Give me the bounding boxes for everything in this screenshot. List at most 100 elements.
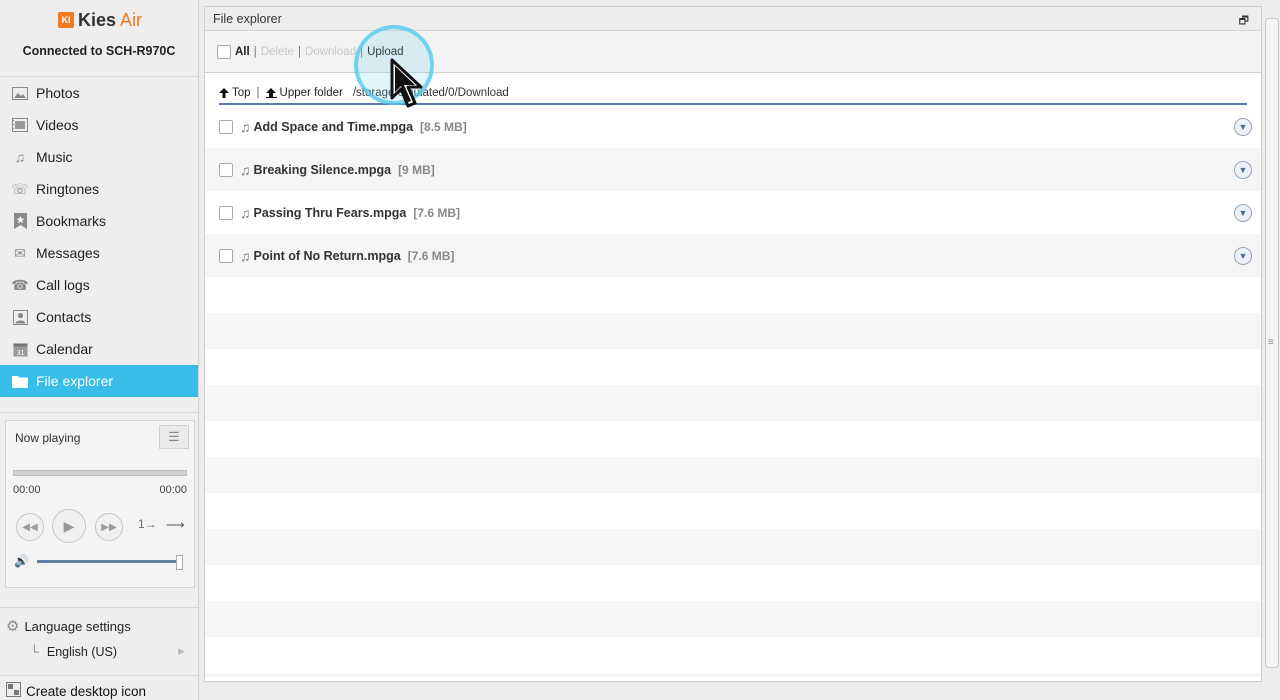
sidebar-item-messages[interactable]: ✉ Messages (0, 237, 198, 269)
chevron-down-icon[interactable]: ▼ (1234, 118, 1252, 136)
folder-icon (11, 373, 29, 389)
chevron-down-icon[interactable]: ▼ (1234, 247, 1252, 265)
sidebar-item-calendar[interactable]: 31 Calendar (0, 333, 198, 365)
create-desktop-icon-label: Create desktop icon (26, 683, 147, 699)
now-playing-label: Now playing (15, 431, 81, 445)
kies-air-logo: KI Kies Air (58, 10, 142, 30)
desktop-shortcut-icon (6, 682, 21, 700)
create-desktop-icon-button[interactable]: Create desktop icon (6, 682, 146, 700)
separator: | (297, 45, 301, 58)
sidebar-item-ringtones[interactable]: ☏ Ringtones (0, 173, 198, 205)
restore-window-icon[interactable]: 🗗 (1239, 12, 1249, 31)
folder-up-icon (265, 88, 277, 98)
play-order-icon[interactable]: ⟶ (166, 517, 185, 533)
file-size: [7.6 MB] (413, 205, 460, 220)
logo-kies-text: Kies (78, 9, 117, 30)
file-name[interactable]: Breaking Silence.mpga (254, 163, 392, 177)
file-explorer-panel: File explorer 🗗 All | Delete | Download … (204, 6, 1262, 682)
sidebar-item-file-explorer[interactable]: File explorer (0, 365, 198, 397)
file-name[interactable]: Add Space and Time.mpga (254, 120, 414, 134)
file-size: [8.5 MB] (420, 119, 467, 134)
volume-slider[interactable] (37, 560, 179, 563)
upper-folder-link[interactable]: Upper folder (265, 87, 343, 99)
photo-icon (11, 85, 29, 101)
file-row[interactable]: ♫ Breaking Silence.mpga [9 MB] ▼ (205, 148, 1261, 191)
divider (0, 412, 198, 413)
phone-ring-icon: ☏ (11, 180, 29, 197)
music-file-icon: ♫ (240, 161, 251, 178)
file-name[interactable]: Point of No Return.mpga (254, 249, 401, 263)
sidebar-item-label: Ringtones (36, 181, 100, 197)
download-button[interactable]: Download (305, 46, 356, 58)
music-file-icon: ♫ (240, 247, 251, 264)
file-row[interactable]: ♫ Add Space and Time.mpga [8.5 MB] ▼ (205, 105, 1261, 148)
language-value: English (US) (46, 645, 118, 659)
repeat-one-icon[interactable]: 1→ (138, 517, 157, 531)
divider (0, 675, 198, 676)
kies-logo-icon: KI (58, 12, 74, 28)
sidebar-item-photos[interactable]: Photos (0, 77, 198, 109)
separator: | (253, 45, 257, 58)
time-current: 00:00 (13, 484, 41, 496)
language-selector[interactable]: └ English (US) ▶ (30, 645, 190, 659)
volume-knob[interactable] (176, 555, 183, 570)
sidebar-item-label: Calendar (36, 341, 93, 357)
sidebar-item-label: Photos (36, 85, 80, 101)
playback-progress-bar[interactable] (13, 470, 187, 476)
page-scrollbar[interactable]: ≡ (1265, 18, 1279, 668)
play-button[interactable]: ▶ (52, 509, 86, 543)
file-size: [7.6 MB] (407, 248, 455, 263)
call-log-icon: ☎ (11, 276, 29, 293)
top-folder-link[interactable]: Top (219, 87, 251, 99)
music-note-icon: ♫ (14, 149, 26, 165)
empty-list-area (205, 277, 1261, 677)
chevron-down-icon[interactable]: ▼ (1234, 161, 1252, 179)
sidebar-item-label: Bookmarks (36, 213, 107, 229)
delete-button[interactable]: Delete (261, 46, 294, 58)
rewind-button[interactable]: ◀◀ (16, 513, 44, 541)
time-total: 00:00 (159, 484, 187, 496)
top-label: Top (232, 87, 251, 99)
language-settings[interactable]: ⚙ Language settings (6, 617, 131, 635)
file-list: ♫ Add Space and Time.mpga [8.5 MB] ▼ ♫ B… (205, 105, 1261, 277)
mouse-cursor-icon (390, 58, 423, 108)
upper-folder-label: Upper folder (279, 87, 343, 99)
file-checkbox[interactable] (219, 119, 233, 134)
volume-icon[interactable]: 🔊 (14, 554, 29, 568)
select-all-checkbox[interactable] (217, 44, 231, 59)
chevron-down-icon[interactable]: ▼ (1234, 204, 1252, 222)
star-icon (11, 213, 29, 229)
file-checkbox[interactable] (219, 162, 233, 177)
file-row[interactable]: ♫ Point of No Return.mpga [7.6 MB] ▼ (205, 234, 1261, 277)
sidebar-item-videos[interactable]: Videos (0, 109, 198, 141)
connection-status: Connected to SCH-R970C (22, 44, 176, 58)
language-settings-label: Language settings (24, 618, 131, 634)
sidebar-item-bookmarks[interactable]: Bookmarks (0, 205, 198, 237)
file-checkbox[interactable] (219, 248, 233, 263)
now-playing-panel: Now playing ☰ 00:00 00:00 ◀◀ ▶ ▶▶ 1→ ⟶ 🔊 (5, 420, 195, 588)
fast-forward-button[interactable]: ▶▶ (95, 513, 123, 541)
sidebar-item-label: Messages (36, 245, 100, 261)
sidebar-nav: Photos Videos ♫ Music ☏ Ringtones Bookma… (0, 76, 198, 397)
film-icon (11, 117, 29, 133)
sidebar-item-contacts[interactable]: Contacts (0, 301, 198, 333)
playlist-button[interactable]: ☰ (159, 425, 189, 449)
sidebar-item-call-logs[interactable]: ☎ Call logs (0, 269, 198, 301)
chevron-right-icon: ▶ (178, 646, 185, 656)
sidebar-item-label: File explorer (36, 373, 114, 389)
contact-icon (11, 309, 29, 325)
calendar-day-text: 31 (16, 350, 24, 357)
gear-icon: ⚙ (6, 618, 20, 635)
tree-branch-icon: └ (30, 645, 39, 659)
sidebar-item-music[interactable]: ♫ Music (0, 141, 198, 173)
divider (0, 607, 198, 608)
panel-titlebar: File explorer 🗗 (205, 7, 1261, 31)
file-name[interactable]: Passing Thru Fears.mpga (254, 206, 407, 220)
arrow-up-icon (219, 88, 229, 98)
music-file-icon: ♫ (240, 204, 251, 221)
file-checkbox[interactable] (219, 205, 233, 220)
sidebar: KI Kies Air Connected to SCH-R970C Photo… (0, 0, 199, 700)
file-row[interactable]: ♫ Passing Thru Fears.mpga [7.6 MB] ▼ (205, 191, 1261, 234)
separator: | (256, 87, 260, 99)
select-all-label[interactable]: All (235, 46, 250, 58)
